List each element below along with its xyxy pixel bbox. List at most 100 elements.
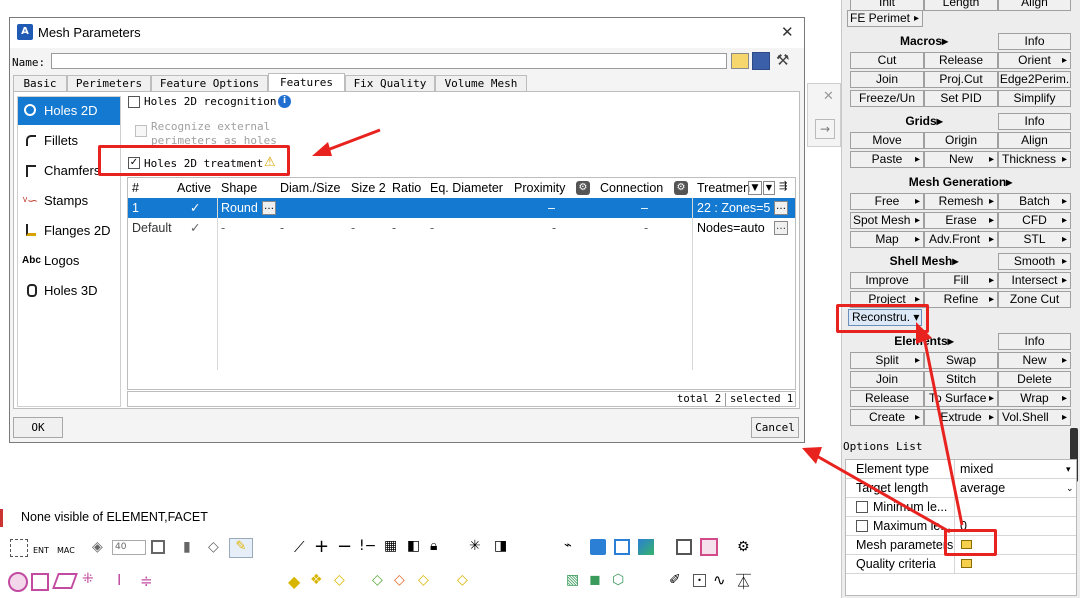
sidebar-item-flanges-2d[interactable]: Flanges 2D [18, 217, 120, 245]
arrow-right-icon[interactable]: → [815, 119, 835, 139]
outline-view-icon[interactable]: ◇ [208, 539, 226, 557]
tab-volume-mesh[interactable]: Volume Mesh [435, 75, 527, 91]
pen-icon[interactable]: ✐ [669, 572, 681, 588]
column-header-proximity[interactable]: Proximity [514, 178, 565, 198]
name-input[interactable] [51, 53, 727, 69]
column-header-eq-diameter[interactable]: Eq. Diameter [430, 178, 503, 198]
panel-button-release[interactable]: Release [924, 52, 998, 69]
panel-button-proj-cut[interactable]: Proj.Cut [924, 71, 998, 88]
panel-button-freeze-un[interactable]: Freeze/Un [850, 90, 924, 107]
panel-button-set-pid[interactable]: Set PID [924, 90, 998, 107]
panel-button-spot-mesh[interactable]: Spot Mesh [850, 212, 924, 229]
curve-icon[interactable]: ∿ [713, 571, 726, 589]
panel-button-erase[interactable]: Erase [924, 212, 998, 229]
panel-button-smooth[interactable]: Smooth [998, 253, 1071, 270]
panel-button-free[interactable]: Free [850, 193, 924, 210]
circle-pink-icon[interactable] [8, 572, 28, 592]
surface-icon[interactable]: ⏄ [736, 571, 751, 592]
panel-button-remesh[interactable]: Remesh [924, 193, 998, 210]
tab-fix-quality[interactable]: Fix Quality [345, 75, 435, 91]
diamond-multi-icon[interactable]: ◇ [334, 572, 345, 588]
column-options-icon[interactable]: ⇶ [779, 181, 787, 192]
sidebar-item-holes-3d[interactable]: Holes 3D [18, 277, 120, 305]
highlight-tool-icon[interactable]: ✎ [229, 538, 253, 558]
panel-button-adv-front[interactable]: Adv.Front [924, 231, 998, 248]
network-icon[interactable]: ✳ [469, 538, 481, 554]
mesh-green-icon[interactable]: ▧ [566, 572, 579, 588]
minus-icon[interactable]: − [337, 536, 352, 557]
volume-green-icon[interactable]: ⬡ [612, 572, 624, 588]
cube-color-icon[interactable] [638, 539, 654, 555]
cell-active[interactable]: ✓ [190, 198, 200, 218]
panel-button-batch[interactable]: Batch [998, 193, 1071, 210]
column-header-num[interactable]: # [132, 178, 139, 198]
panel-button-new[interactable]: New [924, 151, 998, 168]
diamond-red-icon[interactable]: ◇ [394, 572, 405, 588]
magic-wand-icon[interactable]: ⚒ [776, 51, 789, 69]
grid-pink-icon[interactable] [31, 573, 49, 591]
mac-label[interactable]: MAC [57, 546, 75, 555]
sidebar-item-logos[interactable]: Abc Logos [18, 247, 120, 275]
column-header-ratio[interactable]: Ratio [392, 178, 421, 198]
diamond-yellow-icon[interactable]: ◆ [288, 572, 300, 591]
panel-button-stl[interactable]: STL [998, 231, 1071, 248]
plate-icon[interactable] [52, 573, 78, 589]
spring-icon[interactable]: ≑ [140, 572, 153, 590]
not-icon[interactable]: !− [359, 538, 376, 554]
filter-icon[interactable]: ▼ [748, 181, 762, 195]
edit-icon[interactable] [961, 559, 972, 568]
panel-button-origin[interactable]: Origin [924, 132, 998, 149]
treatment-ellipsis-button[interactable]: … [774, 201, 788, 215]
chevron-down-icon[interactable]: ▾ [1066, 460, 1071, 478]
diamond-pattern-icon[interactable]: ❖ [310, 572, 323, 588]
diamond-outline-icon[interactable]: ◇ [457, 572, 468, 588]
line-tool-icon[interactable]: ⟋ [294, 538, 305, 556]
beam-icon[interactable]: I [117, 571, 121, 589]
close-icon[interactable]: ✕ [781, 23, 794, 41]
panel-button-align[interactable]: Align [998, 132, 1071, 149]
cell-treatment[interactable]: Nodes=auto [697, 218, 775, 238]
diamond-gold-icon[interactable]: ◇ [418, 572, 429, 588]
panel-button-improve[interactable]: Improve [850, 272, 924, 289]
column-header-connection[interactable]: Connection [600, 178, 663, 198]
panel-button-orient[interactable]: Orient [998, 52, 1071, 69]
plus-icon[interactable]: + [314, 536, 329, 557]
flag-icon[interactable]: ◨ [494, 538, 507, 554]
panel-button-length[interactable]: Length [924, 0, 998, 11]
point-icon[interactable]: • [693, 574, 706, 587]
group-header-shell-mesh[interactable]: Shell Mesh▸ [850, 253, 998, 270]
diamond-green-icon[interactable]: ◇ [372, 572, 383, 588]
settings-cube-icon[interactable]: ⚙ [737, 539, 750, 555]
lock-icon[interactable]: 🔒︎ [430, 538, 437, 554]
save-icon[interactable] [752, 52, 770, 70]
folder-icon[interactable] [731, 53, 749, 69]
panel-button-move[interactable]: Move [850, 132, 924, 149]
treatment-ellipsis-button[interactable]: … [774, 221, 788, 235]
cube-net-icon[interactable] [676, 539, 692, 555]
panel-button-paste[interactable]: Paste [850, 151, 924, 168]
box-select-icon[interactable] [151, 540, 165, 554]
table-row[interactable]: 1 ✓ Round … – – 22 : Zones=5 … [128, 198, 795, 218]
sidebar-item-stamps[interactable]: ᵛ∽ Stamps [18, 187, 120, 215]
panel-button-cut[interactable]: Cut [850, 52, 924, 69]
info-icon[interactable]: i [278, 95, 291, 108]
cell-shape[interactable]: Round [221, 198, 258, 218]
column-header-diam-size[interactable]: Diam./Size [280, 178, 340, 198]
select-box-icon[interactable] [10, 539, 28, 557]
table-row[interactable]: Default ✓ - - - - - - - Nodes=auto … [128, 218, 795, 238]
column-header-treatment[interactable]: Treatmen [697, 178, 750, 198]
layers-icon[interactable]: ◧ [407, 538, 420, 554]
feature-angle-spinbox[interactable]: 40 [112, 540, 146, 555]
features-icon[interactable]: ⌁ [564, 538, 572, 553]
shape-ellipsis-button[interactable]: … [262, 201, 276, 215]
nodes-icon[interactable]: ⁜ [82, 571, 94, 587]
ok-button[interactable]: OK [13, 417, 63, 438]
grid-blocks-icon[interactable]: ▦ [384, 538, 397, 554]
ent-label[interactable]: ENT [33, 546, 49, 555]
group-header-grids[interactable]: Grids▸ [850, 113, 998, 130]
panel-button-intersect[interactable]: Intersect [998, 272, 1071, 289]
gear-icon[interactable]: ⚙ [576, 181, 590, 195]
panel-button-edge2perim[interactable]: Edge2Perim. [998, 71, 1071, 88]
panel-button-thickness[interactable]: Thickness [998, 151, 1071, 168]
panel-button-zone-cut[interactable]: Zone Cut [998, 291, 1071, 308]
